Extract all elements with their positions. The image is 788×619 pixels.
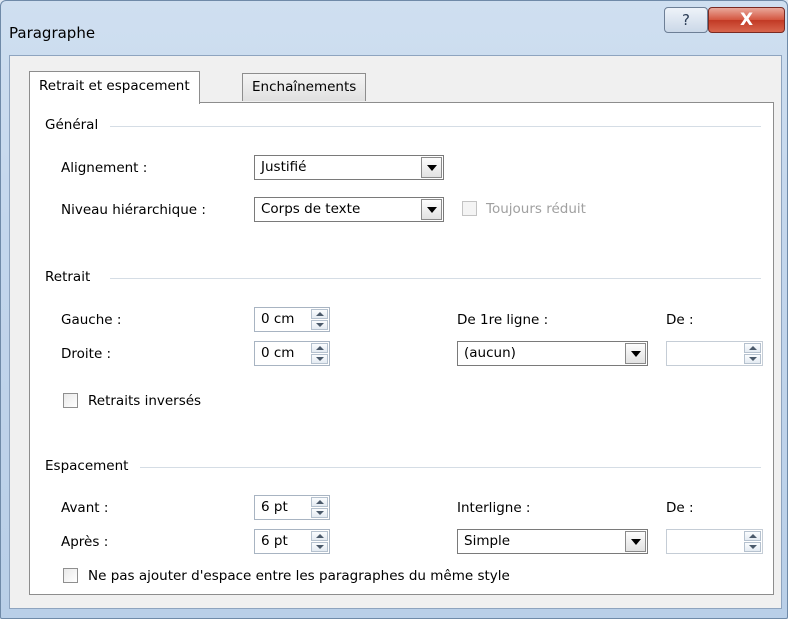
chevron-down-icon[interactable] (421, 157, 442, 178)
spin-up-icon[interactable] (311, 309, 328, 319)
indent-by-label: De : (666, 312, 694, 328)
space-after-spinner[interactable]: 6 pt (254, 529, 330, 554)
paragraph-dialog: Paragraphe ? X Retrait et espacement Enc… (0, 0, 788, 619)
outline-level-select[interactable]: Corps de texte (254, 197, 444, 222)
indent-left-spinner[interactable]: 0 cm (254, 307, 330, 332)
spin-up-icon[interactable] (744, 531, 761, 541)
tab-panel: Général Alignement : Justifié Niveau hié… (29, 102, 774, 595)
space-before-label: Avant : (61, 500, 109, 516)
line-spacing-value: Simple (464, 533, 511, 549)
spin-up-icon[interactable] (311, 497, 328, 507)
outline-level-label: Niveau hiérarchique : (61, 202, 206, 218)
chevron-down-icon[interactable] (421, 199, 442, 220)
general-divider (110, 126, 761, 127)
spin-up-icon[interactable] (311, 343, 328, 353)
spin-down-icon[interactable] (744, 354, 761, 364)
space-before-value: 6 pt (261, 499, 288, 515)
special-indent-value: (aucun) (464, 345, 516, 361)
chevron-down-icon[interactable] (625, 343, 646, 364)
tab-indents-spacing[interactable]: Retrait et espacement (29, 71, 200, 104)
general-group-title: Général (45, 117, 105, 133)
collapsed-checkbox[interactable] (462, 201, 477, 216)
dialog-title: Paragraphe (9, 24, 96, 42)
line-spacing-label: Interligne : (457, 500, 531, 516)
spin-down-icon[interactable] (311, 508, 328, 518)
dialog-body: Retrait et espacement Enchaînements Géné… (9, 55, 782, 609)
spin-down-icon[interactable] (311, 542, 328, 552)
line-spacing-at-spinner[interactable] (666, 529, 763, 554)
special-indent-select[interactable]: (aucun) (457, 341, 648, 366)
space-after-label: Après : (61, 534, 109, 550)
spacing-divider (140, 467, 761, 468)
line-spacing-at-label: De : (666, 500, 694, 516)
alignment-label: Alignement : (61, 160, 148, 176)
tab-line-page-breaks[interactable]: Enchaînements (242, 73, 367, 101)
indent-left-value: 0 cm (261, 311, 295, 327)
alignment-select[interactable]: Justifié (254, 155, 444, 180)
close-button[interactable]: X (708, 7, 785, 33)
close-icon: X (739, 10, 754, 30)
space-after-value: 6 pt (261, 533, 288, 549)
chevron-down-icon[interactable] (625, 531, 646, 552)
spin-up-icon[interactable] (311, 531, 328, 541)
help-button[interactable]: ? (664, 7, 708, 33)
indent-left-label: Gauche : (61, 312, 122, 328)
spin-down-icon[interactable] (744, 542, 761, 552)
space-before-spinner[interactable]: 6 pt (254, 495, 330, 520)
mirror-indents-checkbox[interactable] (63, 393, 78, 408)
indent-divider (110, 278, 761, 279)
indent-by-spinner[interactable] (666, 341, 763, 366)
indent-group-title: Retrait (45, 269, 97, 285)
mirror-indents-label: Retraits inversés (88, 393, 202, 409)
help-icon: ? (682, 11, 690, 29)
line-spacing-select[interactable]: Simple (457, 529, 648, 554)
special-indent-label: De 1re ligne : (457, 312, 549, 328)
indent-right-label: Droite : (61, 346, 112, 362)
alignment-value: Justifié (261, 159, 307, 175)
spin-down-icon[interactable] (311, 354, 328, 364)
spin-down-icon[interactable] (311, 320, 328, 330)
indent-right-spinner[interactable]: 0 cm (254, 341, 330, 366)
outline-level-value: Corps de texte (261, 201, 361, 217)
collapsed-label: Toujours réduit (486, 201, 586, 217)
spin-up-icon[interactable] (744, 343, 761, 353)
indent-right-value: 0 cm (261, 345, 295, 361)
spacing-group-title: Espacement (45, 458, 135, 474)
no-space-same-style-checkbox[interactable] (63, 568, 78, 583)
no-space-same-style-label: Ne pas ajouter d'espace entre les paragr… (88, 568, 510, 584)
